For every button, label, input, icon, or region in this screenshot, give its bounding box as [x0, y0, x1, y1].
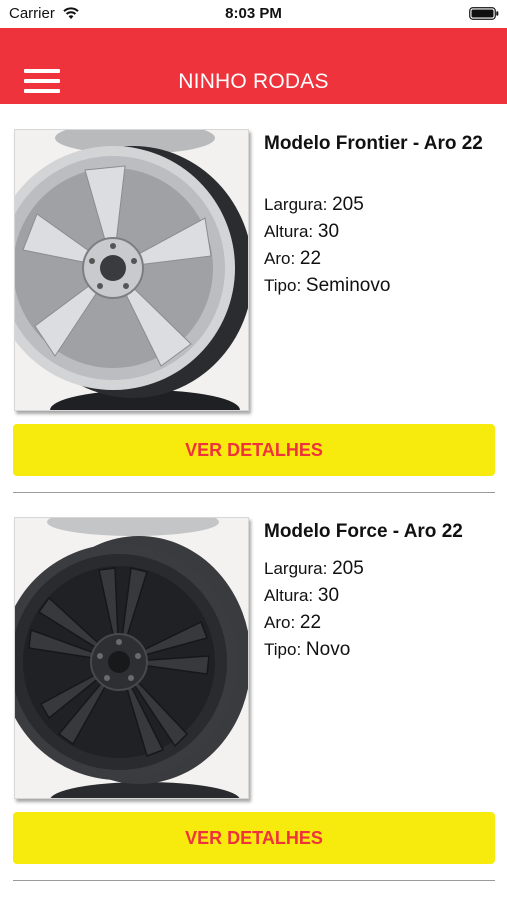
product-name: Modelo Frontier - Aro 22 — [264, 133, 483, 154]
silver-wheel-illustration — [15, 130, 248, 410]
black-wheel-illustration — [15, 518, 248, 798]
product-image[interactable] — [14, 517, 249, 799]
spec-value: Novo — [305, 639, 351, 660]
spec-value: 30 — [317, 221, 340, 242]
spec-label: Largura: — [264, 195, 328, 214]
spec-value: 30 — [317, 585, 340, 606]
spec-label: Tipo: — [264, 276, 302, 295]
spec-label: Largura: — [264, 559, 328, 578]
spec-value: Seminovo — [305, 275, 391, 296]
spec-value: 22 — [299, 612, 322, 633]
clock: 8:03 PM — [225, 5, 282, 22]
spec-label: Altura: — [264, 586, 314, 605]
battery-icon — [469, 7, 499, 20]
spec-label: Altura: — [264, 222, 314, 241]
spec-tipo: Tipo: Seminovo — [264, 275, 390, 297]
divider — [13, 880, 495, 881]
spec-label: Tipo: — [264, 640, 302, 659]
divider — [13, 492, 495, 493]
spec-value: 205 — [332, 194, 364, 215]
spec-aro: Aro: 22 — [264, 248, 321, 270]
spec-tipo: Tipo: Novo — [264, 639, 350, 661]
spec-label: Aro: — [264, 613, 296, 632]
spec-largura: Largura: 205 — [264, 194, 364, 216]
ver-detalhes-button[interactable]: VER DETALHES — [13, 812, 495, 864]
spec-value: 22 — [299, 248, 322, 269]
status-bar: Carrier 8:03 PM — [0, 0, 507, 28]
spec-largura: Largura: 205 — [264, 558, 364, 580]
product-name: Modelo Force - Aro 22 — [264, 521, 463, 542]
spec-altura: Altura: 30 — [264, 585, 339, 607]
spec-value: 205 — [332, 558, 364, 579]
spec-label: Aro: — [264, 249, 296, 268]
spec-aro: Aro: 22 — [264, 612, 321, 634]
product-image[interactable] — [14, 129, 249, 411]
page-title: NINHO RODAS — [178, 70, 329, 93]
ver-detalhes-button[interactable]: VER DETALHES — [13, 424, 495, 476]
spec-altura: Altura: 30 — [264, 221, 339, 243]
